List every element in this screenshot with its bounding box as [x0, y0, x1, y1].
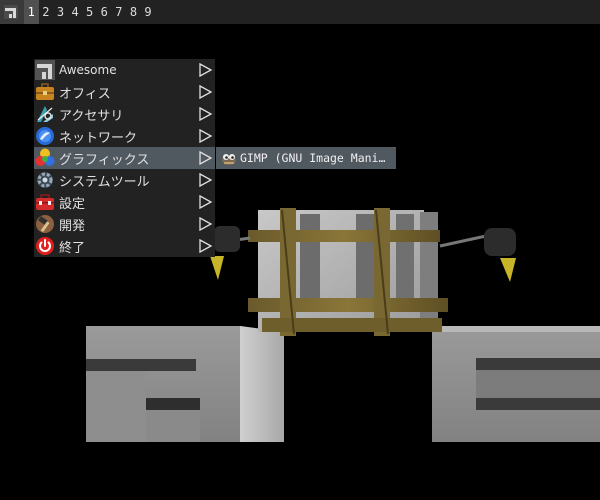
menu-item-awesome[interactable]: Awesome [34, 59, 215, 81]
menu-item-label: ネットワーク [59, 130, 138, 146]
submenu-item-label: GIMP (GNU Image Mani… [240, 151, 386, 165]
briefcase-icon [36, 83, 54, 100]
tag-9[interactable]: 9 [141, 0, 156, 24]
submenu-arrow-icon [199, 150, 213, 166]
menu-item-settings[interactable]: 設定 [34, 191, 215, 213]
menu-item-label: 終了 [59, 240, 86, 256]
wallpaper-left-letter [86, 326, 284, 442]
tag-6[interactable]: 6 [97, 0, 112, 24]
tag-7[interactable]: 7 [112, 0, 127, 24]
submenu-arrow-icon [199, 194, 213, 210]
menu-item-accessories[interactable]: アクセサリ [34, 103, 215, 125]
menu-item-network[interactable]: ネットワーク [34, 125, 215, 147]
hammer-icon [36, 215, 54, 233]
graphics-palette-icon [35, 148, 55, 166]
application-menu: Awesome オフィス アクセサリ ネットワーク グラフィックス システムツー… [34, 59, 215, 257]
menu-item-label: 開発 [59, 218, 86, 234]
tag-8[interactable]: 8 [126, 0, 141, 24]
network-globe-icon [36, 127, 54, 145]
menu-item-label: オフィス [59, 86, 111, 102]
launcher-button[interactable] [0, 0, 24, 24]
submenu-arrow-icon [199, 216, 213, 232]
menu-item-development[interactable]: 開発 [34, 213, 215, 235]
menu-item-system-tools[interactable]: システムツール [34, 169, 215, 191]
menu-item-label: Awesome [59, 63, 117, 77]
wallpaper-left-drill [210, 226, 251, 280]
menu-item-label: グラフィックス [59, 152, 150, 168]
wallpaper-right-drill [439, 228, 516, 282]
awesome-logo-icon [35, 60, 55, 80]
wallpaper-crate [248, 208, 448, 336]
submenu-arrow-icon [199, 128, 213, 144]
submenu-arrow-icon [199, 106, 213, 122]
menu-item-exit[interactable]: 終了 [34, 235, 215, 257]
submenu-arrow-icon [199, 84, 213, 100]
top-bar: 1 2 3 4 5 6 7 8 9 [0, 0, 600, 24]
accessories-icon [37, 106, 53, 122]
submenu-item-gimp[interactable]: GIMP (GNU Image Mani… [216, 147, 396, 169]
awesome-logo-icon [4, 5, 18, 19]
menu-item-office[interactable]: オフィス [34, 81, 215, 103]
tag-3[interactable]: 3 [53, 0, 68, 24]
menu-item-label: 設定 [59, 196, 86, 212]
submenu-arrow-icon [199, 172, 213, 188]
toolbox-icon [36, 194, 54, 210]
system-gear-icon [37, 172, 53, 188]
power-icon [36, 237, 54, 255]
tag-2[interactable]: 2 [39, 0, 54, 24]
tag-5[interactable]: 5 [82, 0, 97, 24]
submenu-arrow-icon [199, 62, 213, 78]
tag-4[interactable]: 4 [68, 0, 83, 24]
menu-item-label: アクセサリ [59, 108, 124, 124]
submenu-arrow-icon [199, 238, 213, 254]
tag-list: 1 2 3 4 5 6 7 8 9 [24, 0, 155, 24]
tag-1[interactable]: 1 [24, 0, 39, 24]
menu-item-graphics[interactable]: グラフィックス [34, 147, 215, 169]
gimp-icon [222, 154, 236, 165]
menu-item-label: システムツール [59, 174, 150, 190]
wallpaper-right-letter [432, 326, 600, 442]
